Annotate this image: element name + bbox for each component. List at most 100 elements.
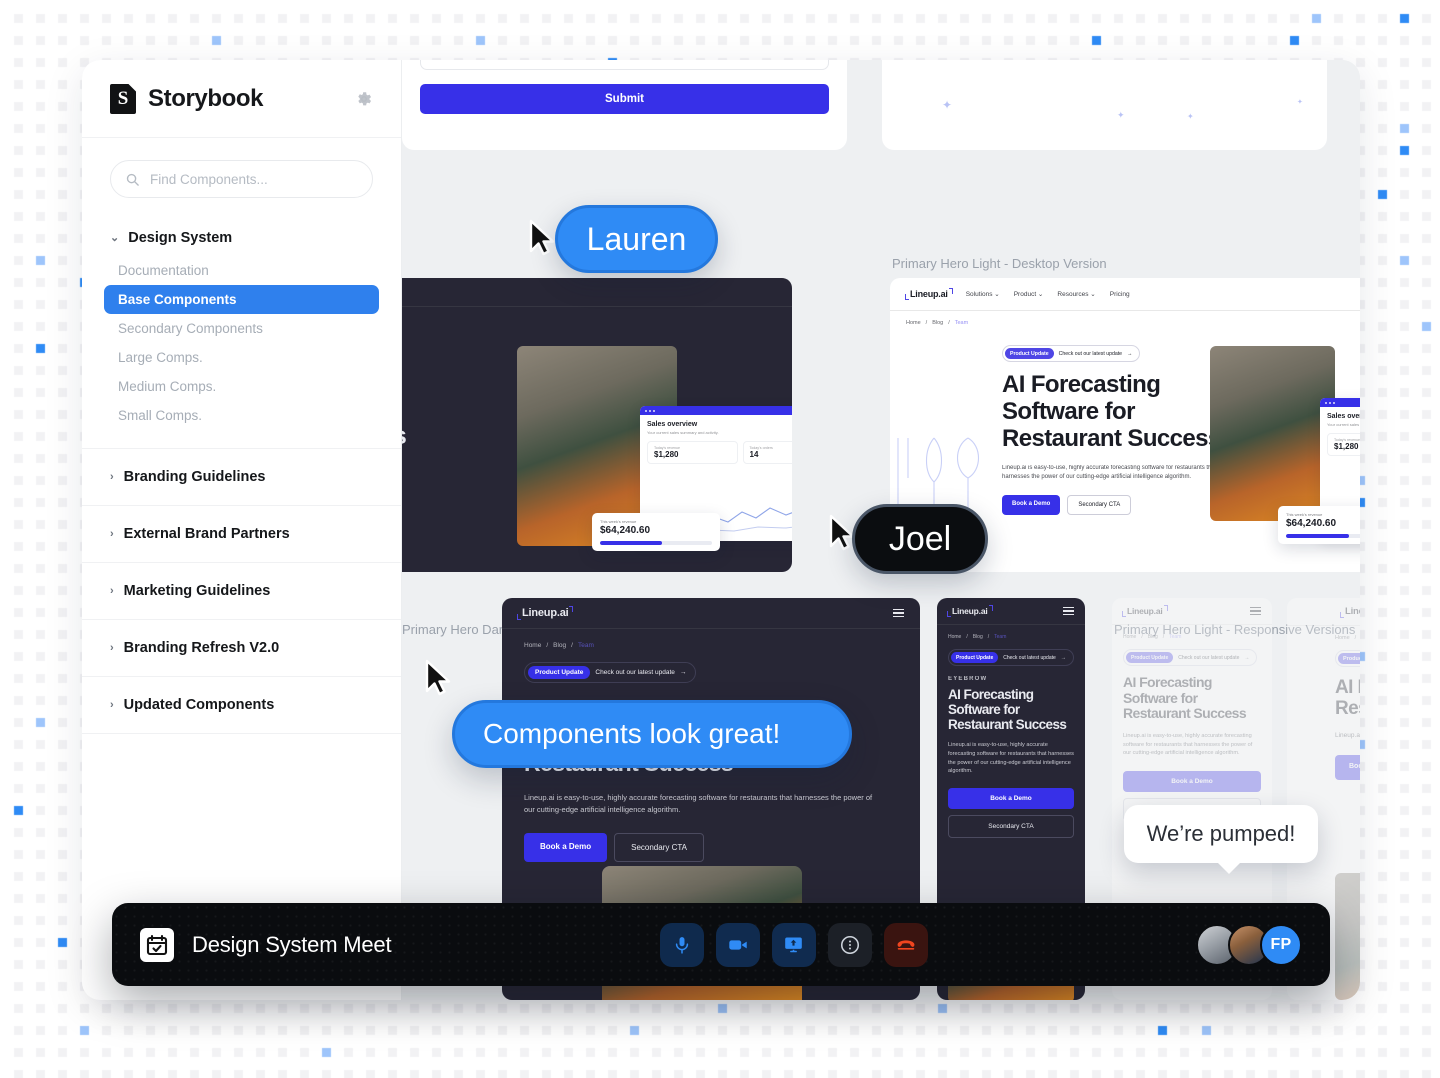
- nav-link-solutions[interactable]: Solutions ⌄: [966, 290, 1000, 298]
- hero-body-copy: Lineup.ai is easy-to-use, highly accurat…: [1002, 464, 1217, 480]
- meeting-control-bar: Design System Meet FP: [112, 903, 1330, 986]
- pill-badge-label: Product Update: [1338, 653, 1360, 664]
- sidebar-item-large-comps[interactable]: Large Comps.: [104, 343, 379, 372]
- sidebar-group-branding-refresh[interactable]: › Branding Refresh V2.0: [82, 620, 401, 677]
- sales-overview-title: Sales overview: [1327, 413, 1360, 420]
- breadcrumb-blog[interactable]: Blog: [973, 634, 983, 640]
- sales-overview-subtitle: Your current sales summary and activity.: [1327, 422, 1360, 427]
- hamburger-menu-icon[interactable]: [893, 608, 904, 618]
- chevron-right-icon: ›: [110, 641, 114, 654]
- gear-icon[interactable]: [355, 90, 373, 108]
- hero-body-copy: Lineup.ai is easy-to-use, highly accurat…: [948, 742, 1074, 775]
- breadcrumb-home[interactable]: Home: [948, 634, 961, 640]
- product-update-pill[interactable]: Product Update Check out our latest upda…: [1335, 650, 1360, 667]
- stat-todays-revenue: Today's revenue $1,280 ↑ 15%: [1327, 433, 1360, 456]
- breadcrumb-home[interactable]: Home: [1335, 635, 1350, 641]
- breadcrumb-team[interactable]: Team: [955, 320, 968, 326]
- book-a-demo-button[interactable]: Book a Demo: [948, 787, 1074, 809]
- breadcrumb-team[interactable]: Team: [994, 634, 1006, 640]
- search-input[interactable]: [150, 171, 358, 187]
- product-update-pill[interactable]: Product Update Check out latest update →: [948, 649, 1074, 666]
- hero-breadcrumb: Home/ Blog/ Team: [948, 634, 1007, 640]
- share-screen-button[interactable]: [771, 922, 816, 967]
- collaborator-chip-lauren: Lauren: [555, 205, 718, 273]
- submit-button[interactable]: Submit: [420, 84, 829, 114]
- sidebar-group-external-brand-partners[interactable]: › External Brand Partners: [82, 506, 401, 563]
- hero-breadcrumb: Home/ Blog/ Team: [1335, 635, 1357, 641]
- hamburger-menu-icon[interactable]: [1063, 606, 1074, 616]
- breadcrumb-team[interactable]: Team: [578, 642, 594, 649]
- sidebar-item-list: Documentation Base Components Secondary …: [82, 256, 401, 430]
- product-update-pill[interactable]: Product Update Check out our latest upda…: [1002, 345, 1141, 362]
- headline-line-2: Software for: [948, 702, 1020, 718]
- hero-headline: AI Forecastin Restaurant S: [1335, 677, 1360, 720]
- book-a-demo-button[interactable]: Book a Demo: [1002, 495, 1061, 516]
- nav-link-pricing[interactable]: Pricing: [1110, 291, 1130, 298]
- breadcrumb-home[interactable]: Home: [524, 642, 541, 649]
- revenue-progress-track: [1286, 534, 1360, 538]
- secondary-cta-button[interactable]: Secondary CTA: [1067, 495, 1132, 516]
- headline-line-2: Software for: [1123, 689, 1198, 706]
- microphone-button[interactable]: [659, 922, 704, 967]
- pill-badge-label: Product Update: [528, 666, 591, 679]
- stat-value: 14: [749, 450, 759, 459]
- sidebar-group-design-system[interactable]: ⌄ Design System: [82, 214, 401, 256]
- participant-avatar-fp[interactable]: FP: [1260, 923, 1302, 966]
- lineup-logo: Lineup.ai: [516, 606, 574, 620]
- sidebar-item-medium-comps[interactable]: Medium Comps.: [104, 372, 379, 401]
- sparkle-icon: ✦: [1117, 110, 1125, 120]
- form-text-input[interactable]: [420, 60, 829, 70]
- chevron-right-icon: ›: [110, 470, 114, 483]
- weekly-revenue-card: This week's revenue $64,240.60: [592, 513, 720, 551]
- hero-breadcrumb: Home/ Blog/ Team: [402, 307, 792, 331]
- sidebar-group-branding-guidelines[interactable]: › Branding Guidelines: [82, 449, 401, 506]
- headline-line-1: AI Forecasting: [948, 687, 1034, 702]
- breadcrumb-blog[interactable]: Blog: [553, 642, 566, 649]
- revenue-value: $64,240.60: [600, 525, 651, 536]
- revenue-progress-fill: [600, 541, 662, 545]
- hero-headline: AI Forecasting Software for Restaurant S…: [1123, 674, 1261, 722]
- sidebar-item-secondary-components[interactable]: Secondary Components: [104, 314, 379, 343]
- hamburger-menu-icon[interactable]: [1250, 606, 1261, 616]
- breadcrumb-blog[interactable]: Blog: [932, 320, 943, 326]
- breadcrumb-blog[interactable]: Blog: [1148, 634, 1158, 640]
- meeting-title: Design System Meet: [192, 931, 392, 957]
- sidebar-item-small-comps[interactable]: Small Comps.: [104, 401, 379, 430]
- product-update-pill[interactable]: Product Update Check out our latest upda…: [524, 662, 697, 683]
- product-update-pill[interactable]: Product Update Check out our latest upda…: [1123, 649, 1258, 666]
- sidebar-group-label: Design System: [128, 230, 233, 246]
- breadcrumb-home[interactable]: Home: [906, 320, 921, 326]
- hero-headline: AI Forecasting Software for Restaurant S…: [948, 687, 1074, 732]
- hero-photo-chef: [1335, 873, 1360, 1000]
- breadcrumb-team[interactable]: Team: [1169, 634, 1181, 640]
- sidebar-group-label: External Brand Partners: [123, 526, 290, 542]
- camera-button[interactable]: [715, 922, 760, 967]
- stat-todays-orders: Today's orders 14: [742, 441, 792, 464]
- sidebar-group-label: Branding Guidelines: [123, 469, 266, 485]
- hero-nav: Lineup.ai: [502, 598, 920, 629]
- sparkle-icon: ✦: [1187, 112, 1194, 121]
- secondary-cta-button[interactable]: Secondary CTA: [948, 814, 1074, 838]
- arrow-right-icon: →: [679, 669, 687, 676]
- hero-eyebrow: EYEBROW: [948, 676, 988, 682]
- nav-link-product[interactable]: Product ⌄: [1014, 290, 1044, 298]
- book-a-demo-button[interactable]: Book a Demo: [1123, 770, 1261, 792]
- nav-link-resources[interactable]: Resources ⌄: [1057, 290, 1095, 298]
- headline-line-3: Restaurant Success: [1123, 705, 1247, 722]
- sidebar-item-documentation[interactable]: Documentation: [104, 256, 379, 285]
- end-call-button[interactable]: [883, 922, 928, 967]
- chat-bubble-were-pumped: We’re pumped!: [1124, 805, 1318, 874]
- sidebar-group-marketing-guidelines[interactable]: › Marketing Guidelines: [82, 563, 401, 620]
- more-options-button[interactable]: [827, 922, 872, 967]
- book-a-demo-button[interactable]: Book a Demo: [1335, 754, 1360, 780]
- search-box[interactable]: [110, 160, 373, 198]
- headline-line-1: AI Forecasting: [1123, 674, 1212, 690]
- hero-dark-desktop-frame[interactable]: Lineup.ai Solutions Product Resources Pr…: [402, 278, 792, 572]
- sidebar-item-base-components[interactable]: Base Components: [104, 285, 379, 314]
- book-a-demo-button[interactable]: Book a Demo: [524, 832, 608, 862]
- sidebar-group-updated-components[interactable]: › Updated Components: [82, 677, 401, 734]
- hero-nav: Lineup.ai: [937, 598, 1085, 625]
- sales-overview-title: Sales overview: [647, 421, 698, 428]
- breadcrumb-home[interactable]: Home: [1123, 634, 1136, 640]
- secondary-cta-button[interactable]: Secondary CTA: [614, 832, 704, 862]
